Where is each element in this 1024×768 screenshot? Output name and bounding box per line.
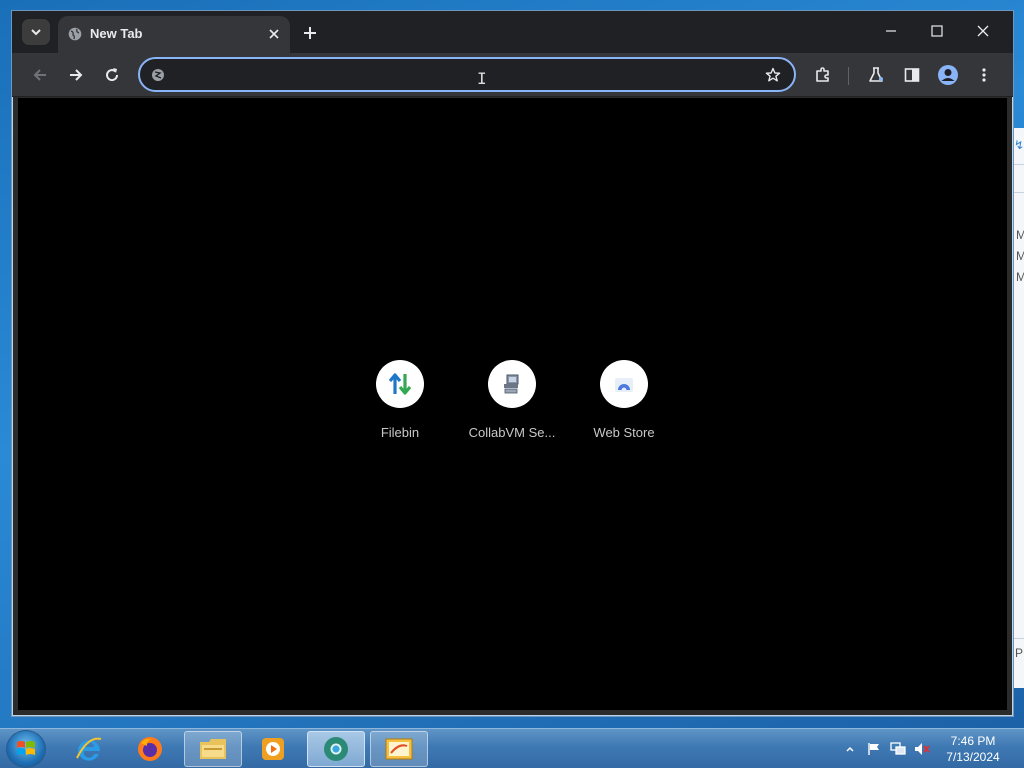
text-cursor-icon: I xyxy=(477,69,487,88)
flask-icon xyxy=(869,67,883,82)
internet-explorer-icon xyxy=(76,737,102,761)
side-panel-icon xyxy=(904,68,920,82)
volume-tray-icon[interactable] xyxy=(914,741,930,757)
taskbar-firefox[interactable] xyxy=(121,731,179,767)
paint-icon xyxy=(385,738,413,760)
close-icon xyxy=(269,29,279,39)
back-button[interactable] xyxy=(26,61,54,89)
web-store-icon xyxy=(615,378,633,393)
bookmark-button[interactable] xyxy=(762,64,784,86)
browser-window: New Tab I Filebin CollabVM Se... Web Sto… xyxy=(11,10,1014,717)
shortcut-label: CollabVM Se... xyxy=(468,425,556,440)
flag-icon xyxy=(868,743,879,755)
show-hidden-icons-button[interactable] xyxy=(842,741,858,757)
network-tray-icon[interactable] xyxy=(890,741,906,757)
navigation-toolbar: I xyxy=(12,53,1013,97)
close-window-button[interactable] xyxy=(960,17,1006,45)
firefox-icon xyxy=(138,737,162,761)
back-arrow-icon xyxy=(33,69,46,81)
plus-icon xyxy=(304,27,316,39)
background-window-text: M xyxy=(1016,270,1024,284)
minimize-button[interactable] xyxy=(868,17,914,45)
clock-time: 7:46 PM xyxy=(950,734,996,748)
clock-date: 7/13/2024 xyxy=(946,750,1000,764)
tab-search-button[interactable] xyxy=(22,19,50,45)
background-window-text: M xyxy=(1016,249,1024,263)
system-clock[interactable]: 7:46 PM 7/13/2024 xyxy=(932,733,1014,765)
star-icon xyxy=(765,67,781,82)
background-window-glyph: ↯ xyxy=(1014,138,1024,152)
forward-button[interactable] xyxy=(62,61,90,89)
action-center-tray-icon[interactable] xyxy=(866,741,882,757)
network-icon xyxy=(890,742,906,755)
chrome-page-icon xyxy=(152,69,164,81)
background-window-text: PI xyxy=(1015,646,1024,660)
more-vert-icon xyxy=(982,68,986,82)
minimize-icon xyxy=(886,30,896,32)
shortcut-tile xyxy=(376,360,424,408)
taskbar-internet-explorer[interactable] xyxy=(60,731,118,767)
shortcut-label: Filebin xyxy=(380,425,420,440)
folder-icon xyxy=(200,739,226,759)
close-icon xyxy=(977,25,989,37)
shortcut-tile xyxy=(600,360,648,408)
chevron-down-icon xyxy=(31,29,41,36)
up-down-arrows-icon xyxy=(388,373,412,395)
labs-button[interactable] xyxy=(862,61,890,89)
puzzle-icon xyxy=(816,67,829,82)
tab-title: New Tab xyxy=(90,26,143,41)
taskbar-media-player[interactable] xyxy=(244,731,302,767)
speaker-muted-icon xyxy=(915,743,930,755)
tab-new-tab[interactable]: New Tab xyxy=(58,16,290,53)
taskbar-paint[interactable] xyxy=(370,731,428,767)
new-tab-button[interactable] xyxy=(298,21,322,45)
taskbar: 7:46 PM 7/13/2024 xyxy=(0,728,1024,768)
shortcut-tile xyxy=(488,360,536,408)
start-button[interactable] xyxy=(6,730,46,768)
shortcut-label: Web Store xyxy=(593,425,655,440)
new-tab-page: Filebin CollabVM Se... Web Store xyxy=(18,98,1007,710)
taskbar-chrome[interactable] xyxy=(307,731,365,767)
computer-icon xyxy=(504,374,519,394)
extensions-button[interactable] xyxy=(809,61,837,89)
profile-button[interactable] xyxy=(934,61,962,89)
menu-button[interactable] xyxy=(970,61,998,89)
media-player-icon xyxy=(262,738,284,760)
chrome-icon xyxy=(324,737,348,761)
tab-close-button[interactable] xyxy=(264,24,284,44)
forward-arrow-icon xyxy=(70,69,83,81)
windows-logo-icon xyxy=(17,741,35,755)
taskbar-file-explorer[interactable] xyxy=(184,731,242,767)
toolbar-separator xyxy=(848,67,849,85)
reload-icon xyxy=(106,68,119,82)
shortcut-web-store[interactable]: Web Store xyxy=(568,360,680,450)
maximize-button[interactable] xyxy=(914,17,960,45)
globe-icon xyxy=(68,27,82,41)
side-panel-button[interactable] xyxy=(898,61,926,89)
shortcut-filebin[interactable]: Filebin xyxy=(344,360,456,450)
tab-strip: New Tab xyxy=(12,11,1013,53)
shortcut-collabvm[interactable]: CollabVM Se... xyxy=(456,360,568,450)
chevron-up-icon xyxy=(846,746,854,752)
address-bar[interactable]: I xyxy=(138,57,796,92)
account-icon xyxy=(938,65,958,85)
maximize-icon xyxy=(931,25,943,37)
background-window-text: M xyxy=(1016,228,1024,242)
address-input[interactable] xyxy=(172,63,752,87)
reload-button[interactable] xyxy=(98,61,126,89)
